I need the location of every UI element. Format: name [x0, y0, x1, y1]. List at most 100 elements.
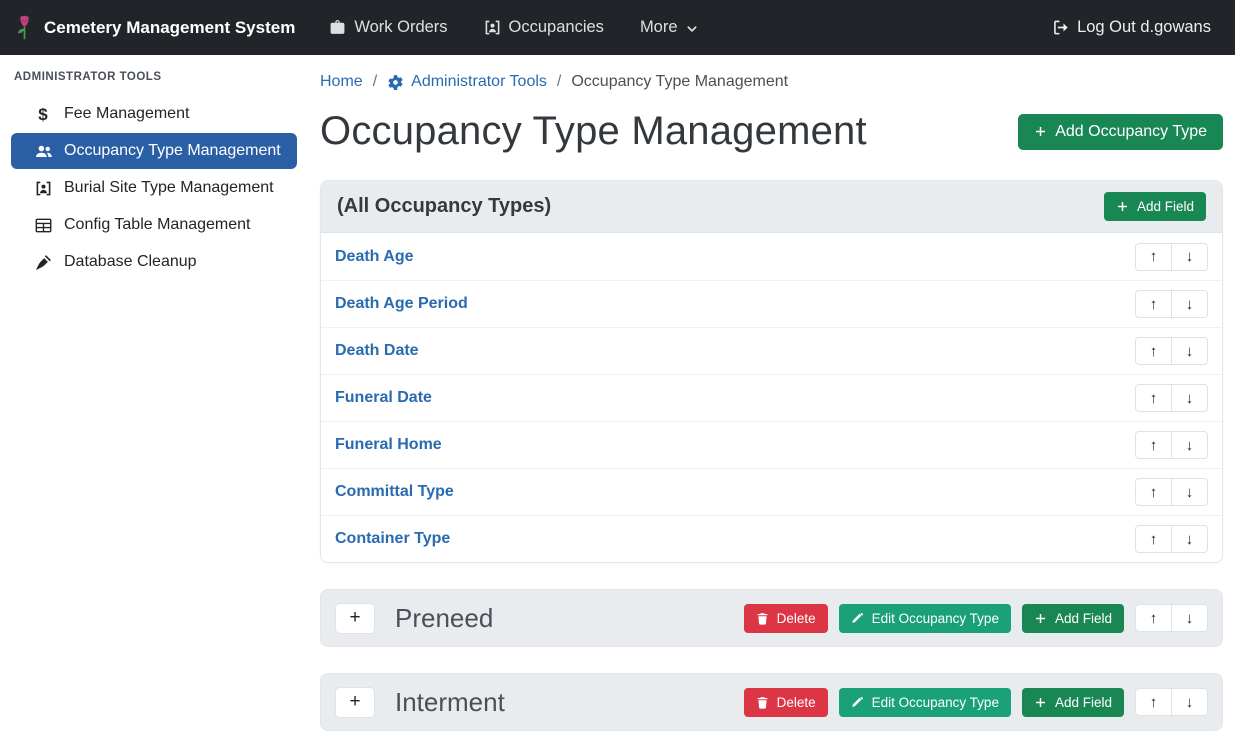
users-icon [33, 143, 53, 160]
move-up-button[interactable]: ↑ [1135, 688, 1172, 716]
expand-button[interactable]: + [335, 687, 375, 718]
move-down-button[interactable]: ↓ [1171, 384, 1208, 412]
person-box-icon [33, 180, 53, 197]
arrow-down-icon: ↓ [1186, 391, 1194, 406]
logout-icon [1052, 19, 1069, 36]
field-row: Death Date ↑ ↓ [321, 327, 1222, 374]
plus-icon [1034, 696, 1047, 709]
pencil-icon [851, 612, 864, 625]
breadcrumb-separator: / [373, 73, 377, 91]
field-link-death-date[interactable]: Death Date [335, 342, 419, 360]
top-navbar: Cemetery Management System Work Orders Oc… [0, 0, 1235, 55]
edit-label: Edit Occupancy Type [872, 611, 999, 626]
add-field-button[interactable]: Add Field [1022, 604, 1124, 633]
chevron-down-icon [686, 21, 698, 35]
sidebar-item-occupancy-type-management[interactable]: Occupancy Type Management [11, 133, 297, 169]
field-link-death-age[interactable]: Death Age [335, 248, 414, 266]
sidebar-item-database-cleanup[interactable]: Database Cleanup [11, 244, 297, 280]
move-up-button[interactable]: ↑ [1135, 337, 1172, 365]
delete-label: Delete [777, 611, 816, 626]
nav-item-label: Occupancies [509, 18, 604, 37]
plus-icon: + [349, 608, 360, 627]
reorder-buttons: ↑↓ [1135, 478, 1208, 506]
arrow-up-icon: ↑ [1150, 485, 1158, 500]
arrow-up-icon: ↑ [1150, 344, 1158, 359]
delete-button[interactable]: Delete [744, 604, 828, 633]
move-down-button[interactable]: ↓ [1171, 478, 1208, 506]
arrow-down-icon: ↓ [1186, 438, 1194, 453]
arrow-up-icon: ↑ [1150, 249, 1158, 264]
delete-button[interactable]: Delete [744, 688, 828, 717]
logout-label: Log Out d.gowans [1077, 18, 1211, 37]
add-occupancy-type-label: Add Occupancy Type [1055, 123, 1207, 141]
field-link-death-age-period[interactable]: Death Age Period [335, 295, 468, 313]
reorder-buttons: ↑↓ [1135, 431, 1208, 459]
move-down-button[interactable]: ↓ [1171, 431, 1208, 459]
add-field-button[interactable]: Add Field [1104, 192, 1206, 221]
breadcrumb-admin-tools-link[interactable]: Administrator Tools [387, 73, 547, 91]
field-row: Death Age↑↓ [321, 233, 1222, 280]
plus-icon [1034, 125, 1047, 138]
occupancy-type-cards: +PreneedDeleteEdit Occupancy TypeAdd Fie… [320, 589, 1223, 731]
move-up-button[interactable]: ↑ [1135, 384, 1172, 412]
field-link-container-type[interactable]: Container Type [335, 530, 450, 548]
arrow-up-icon: ↑ [1150, 611, 1158, 626]
pencil-icon [851, 696, 864, 709]
app-brand: Cemetery Management System [14, 15, 295, 41]
flower-logo-icon [14, 15, 35, 41]
expand-button[interactable]: + [335, 603, 375, 634]
sidebar-item-config-table-management[interactable]: Config Table Management [11, 207, 297, 243]
field-link-committal-type[interactable]: Committal Type [335, 483, 454, 501]
logout-link[interactable]: Log Out d.gowans [1052, 18, 1211, 37]
move-down-button[interactable]: ↓ [1171, 688, 1208, 716]
title-row: Occupancy Type Management Add Occupancy … [320, 109, 1223, 154]
arrow-up-icon: ↑ [1150, 391, 1158, 406]
edit-occupancy-type-button[interactable]: Edit Occupancy Type [839, 688, 1011, 717]
move-down-button[interactable]: ↓ [1171, 525, 1208, 553]
field-row: Funeral Home↑↓ [321, 421, 1222, 468]
arrow-up-icon: ↑ [1150, 297, 1158, 312]
edit-label: Edit Occupancy Type [872, 695, 999, 710]
sidebar-item-label: Database Cleanup [64, 253, 197, 271]
move-up-button[interactable]: ↑ [1135, 243, 1172, 271]
nav-item-more[interactable]: More [640, 18, 698, 37]
move-up-button[interactable]: ↑ [1135, 478, 1172, 506]
move-down-button[interactable]: ↓ [1171, 290, 1208, 318]
reorder-buttons: ↑↓ [1135, 243, 1208, 271]
move-down-button[interactable]: ↓ [1171, 243, 1208, 271]
add-occupancy-type-button[interactable]: Add Occupancy Type [1018, 114, 1223, 150]
nav-item-work-orders[interactable]: Work Orders [329, 18, 447, 37]
field-list: Death Age↑↓Death Age Period↑↓Death Date↑… [321, 233, 1222, 562]
add-field-label: Add Field [1137, 199, 1194, 214]
nav-item-occupancies[interactable]: Occupancies [484, 18, 604, 37]
breadcrumb-home-link[interactable]: Home [320, 73, 363, 91]
move-up-button[interactable]: ↑ [1135, 604, 1172, 632]
sidebar-item-burial-site-type-management[interactable]: Burial Site Type Management [11, 170, 297, 206]
move-up-button[interactable]: ↑ [1135, 290, 1172, 318]
broom-icon [33, 254, 53, 271]
sidebar-item-fee-management[interactable]: $Fee Management [11, 96, 297, 132]
move-down-button[interactable]: ↓ [1171, 604, 1208, 632]
sidebar-menu: $Fee ManagementOccupancy Type Management… [11, 96, 297, 280]
move-down-button[interactable]: ↓ [1171, 337, 1208, 365]
edit-occupancy-type-button[interactable]: Edit Occupancy Type [839, 604, 1011, 633]
occupancy-type-card-interment: +IntermentDeleteEdit Occupancy TypeAdd F… [320, 673, 1223, 731]
move-up-button[interactable]: ↑ [1135, 525, 1172, 553]
app-window: Cemetery Management System Work Orders Oc… [0, 0, 1235, 738]
move-up-button[interactable]: ↑ [1135, 431, 1172, 459]
arrow-down-icon: ↓ [1186, 344, 1194, 359]
arrow-down-icon: ↓ [1186, 695, 1194, 710]
work-orders-icon [329, 19, 346, 36]
breadcrumb: Home / Administrator Tools / Occupancy T… [320, 73, 1223, 91]
all-types-card-header: (All Occupancy Types) Add Field [321, 181, 1222, 233]
field-link-funeral-home[interactable]: Funeral Home [335, 436, 442, 454]
main-content: Home / Administrator Tools / Occupancy T… [308, 55, 1235, 738]
add-field-label: Add Field [1055, 695, 1112, 710]
add-field-button[interactable]: Add Field [1022, 688, 1124, 717]
field-link-funeral-date[interactable]: Funeral Date [335, 389, 432, 407]
navbar-right: Log Out d.gowans [1052, 18, 1211, 37]
admin-tools-sidebar: Administrator Tools $Fee ManagementOccup… [0, 55, 308, 738]
arrow-down-icon: ↓ [1186, 297, 1194, 312]
delete-label: Delete [777, 695, 816, 710]
breadcrumb-current: Occupancy Type Management [571, 73, 788, 91]
